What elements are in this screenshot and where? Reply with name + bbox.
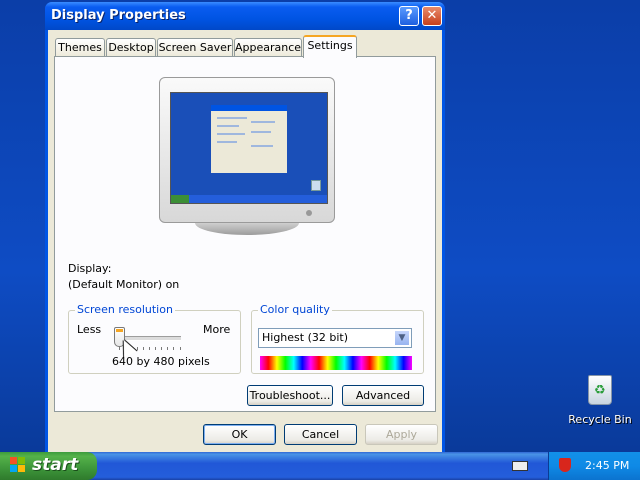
close-icon: ✕ xyxy=(426,8,438,23)
apply-button[interactable]: Apply xyxy=(365,424,438,445)
start-button[interactable]: start xyxy=(0,452,97,480)
color-quality-dropdown[interactable]: Highest (32 bit) ▼ xyxy=(258,328,412,348)
keyboard-icon[interactable] xyxy=(512,461,528,471)
mini-recycle-icon xyxy=(311,180,321,191)
advanced-button[interactable]: Advanced xyxy=(342,385,424,406)
less-label: Less xyxy=(77,323,102,336)
color-group-title: Color quality xyxy=(258,303,332,316)
mini-window-preview xyxy=(211,105,287,173)
display-label: Display: xyxy=(68,262,112,275)
color-quality-value: Highest (32 bit) xyxy=(262,331,349,344)
clock[interactable]: 2:45 PM xyxy=(585,459,629,472)
start-label: start xyxy=(32,455,79,475)
tab-desktop[interactable]: Desktop xyxy=(106,38,156,57)
dialog-client-area: Themes Desktop Screen Saver Appearance S… xyxy=(48,30,442,452)
monitor-power-led xyxy=(306,210,312,216)
settings-panel: Display: (Default Monitor) on Screen res… xyxy=(54,56,436,412)
color-spectrum-bar xyxy=(260,356,412,370)
more-label: More xyxy=(203,323,231,336)
monitor-preview xyxy=(159,77,335,223)
chevron-down-icon[interactable]: ▼ xyxy=(394,330,410,346)
taskbar: start 2:45 PM xyxy=(0,452,640,480)
close-button[interactable]: ✕ xyxy=(422,6,442,26)
resolution-group-title: Screen resolution xyxy=(75,303,175,316)
display-properties-window: Display Properties ? ✕ Themes Desktop Sc… xyxy=(45,2,445,452)
troubleshoot-button[interactable]: Troubleshoot... xyxy=(247,385,333,406)
cancel-button[interactable]: Cancel xyxy=(284,424,357,445)
ok-button[interactable]: OK xyxy=(203,424,276,445)
recycle-bin-icon[interactable]: ♻ xyxy=(588,375,612,405)
window-title: Display Properties xyxy=(51,8,186,23)
mini-start-button xyxy=(171,195,189,203)
tab-settings[interactable]: Settings xyxy=(303,35,357,58)
security-shield-icon[interactable] xyxy=(559,458,571,472)
monitor-stand xyxy=(195,223,299,235)
tab-appearance[interactable]: Appearance xyxy=(234,38,302,57)
title-bar[interactable]: Display Properties ? ✕ xyxy=(45,2,445,30)
resolution-value: 640 by 480 pixels xyxy=(112,355,210,368)
monitor-screen xyxy=(170,92,328,204)
help-button[interactable]: ? xyxy=(399,6,419,26)
help-icon: ? xyxy=(405,8,413,23)
system-tray: 2:45 PM xyxy=(548,452,640,480)
tab-themes[interactable]: Themes xyxy=(55,38,105,57)
mini-taskbar xyxy=(171,195,327,203)
recycle-bin-label: Recycle Bin xyxy=(568,413,632,426)
color-quality-group: Color quality Highest (32 bit) ▼ xyxy=(251,303,424,374)
screen-resolution-group: Screen resolution Less More 640 by 480 p… xyxy=(68,303,241,374)
display-value: (Default Monitor) on xyxy=(68,278,180,291)
windows-flag-icon xyxy=(10,457,26,473)
tab-screen-saver[interactable]: Screen Saver xyxy=(157,38,233,57)
